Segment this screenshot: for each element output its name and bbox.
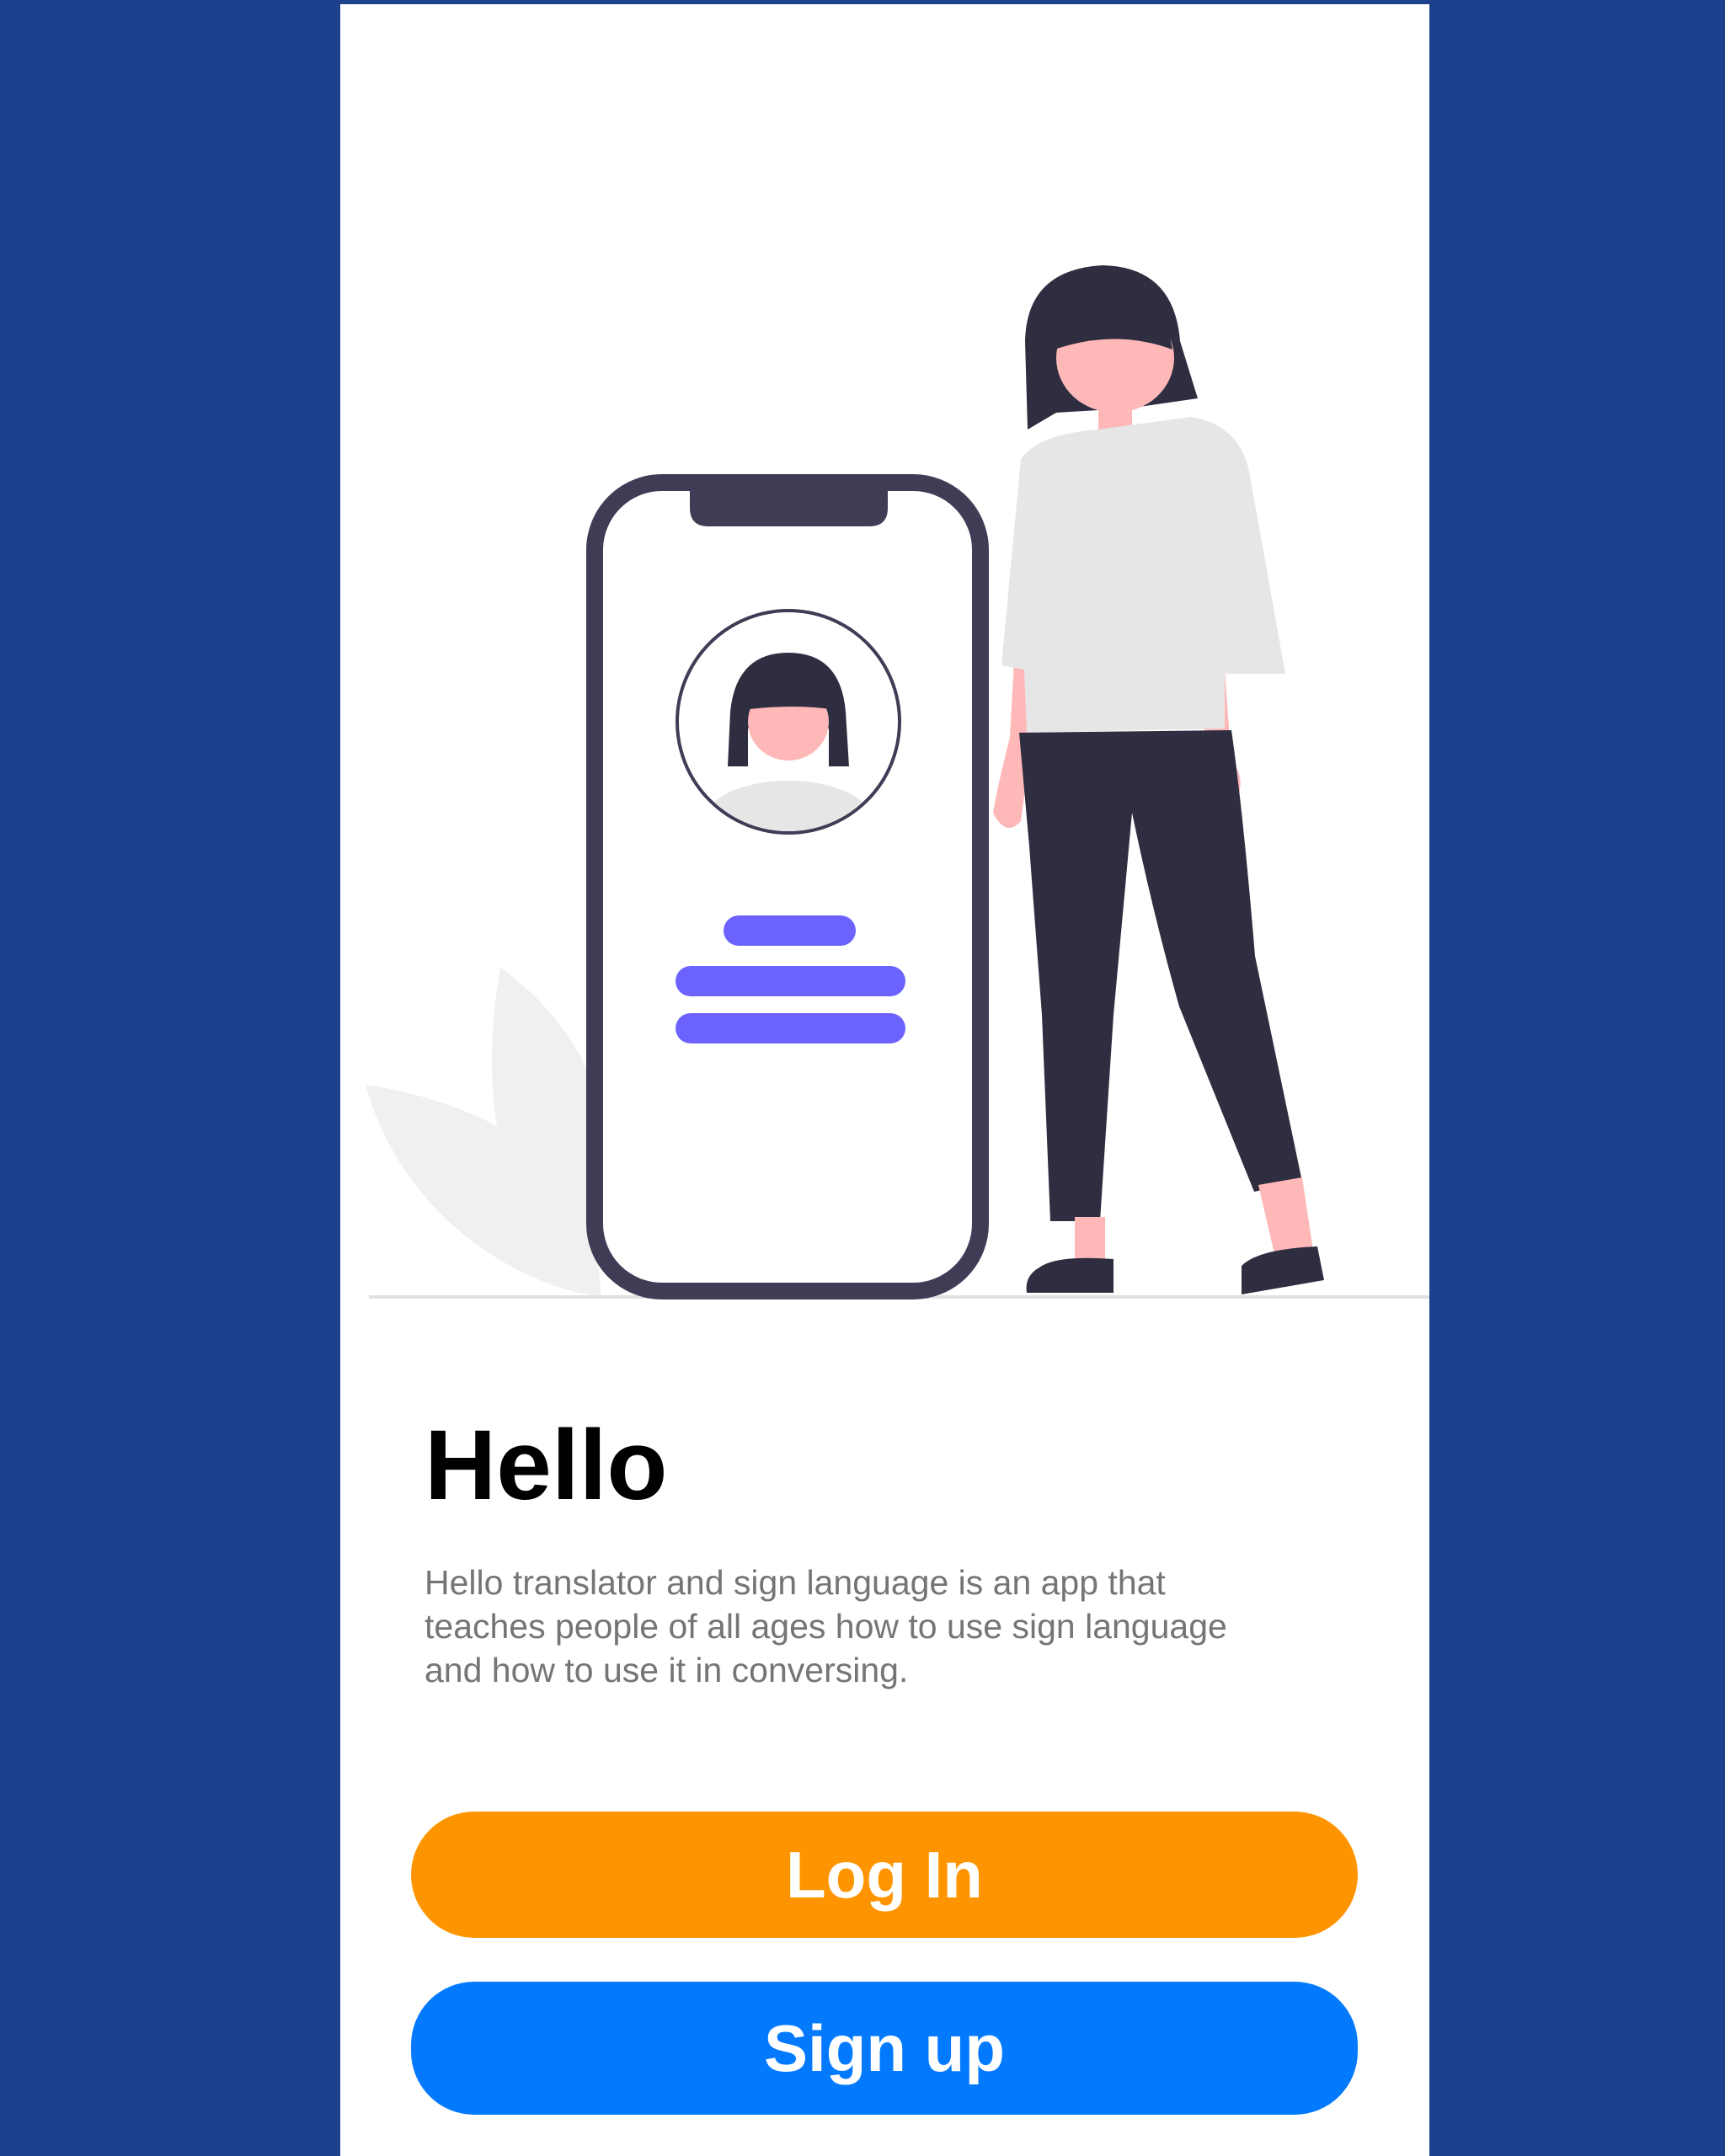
app-screen: Hello Hello translator and sign language…	[340, 4, 1429, 2156]
welcome-illustration-svg	[366, 265, 1429, 1299]
plant-leaf-icon	[366, 968, 610, 1297]
welcome-title: Hello	[425, 1410, 668, 1521]
login-button[interactable]: Log In	[411, 1812, 1358, 1938]
person-standing-icon	[993, 265, 1324, 1294]
phone-icon	[586, 474, 989, 1299]
welcome-illustration	[340, 4, 1429, 1305]
welcome-description: Hello translator and sign language is an…	[425, 1563, 1227, 1689]
signup-button[interactable]: Sign up	[411, 1982, 1358, 2115]
